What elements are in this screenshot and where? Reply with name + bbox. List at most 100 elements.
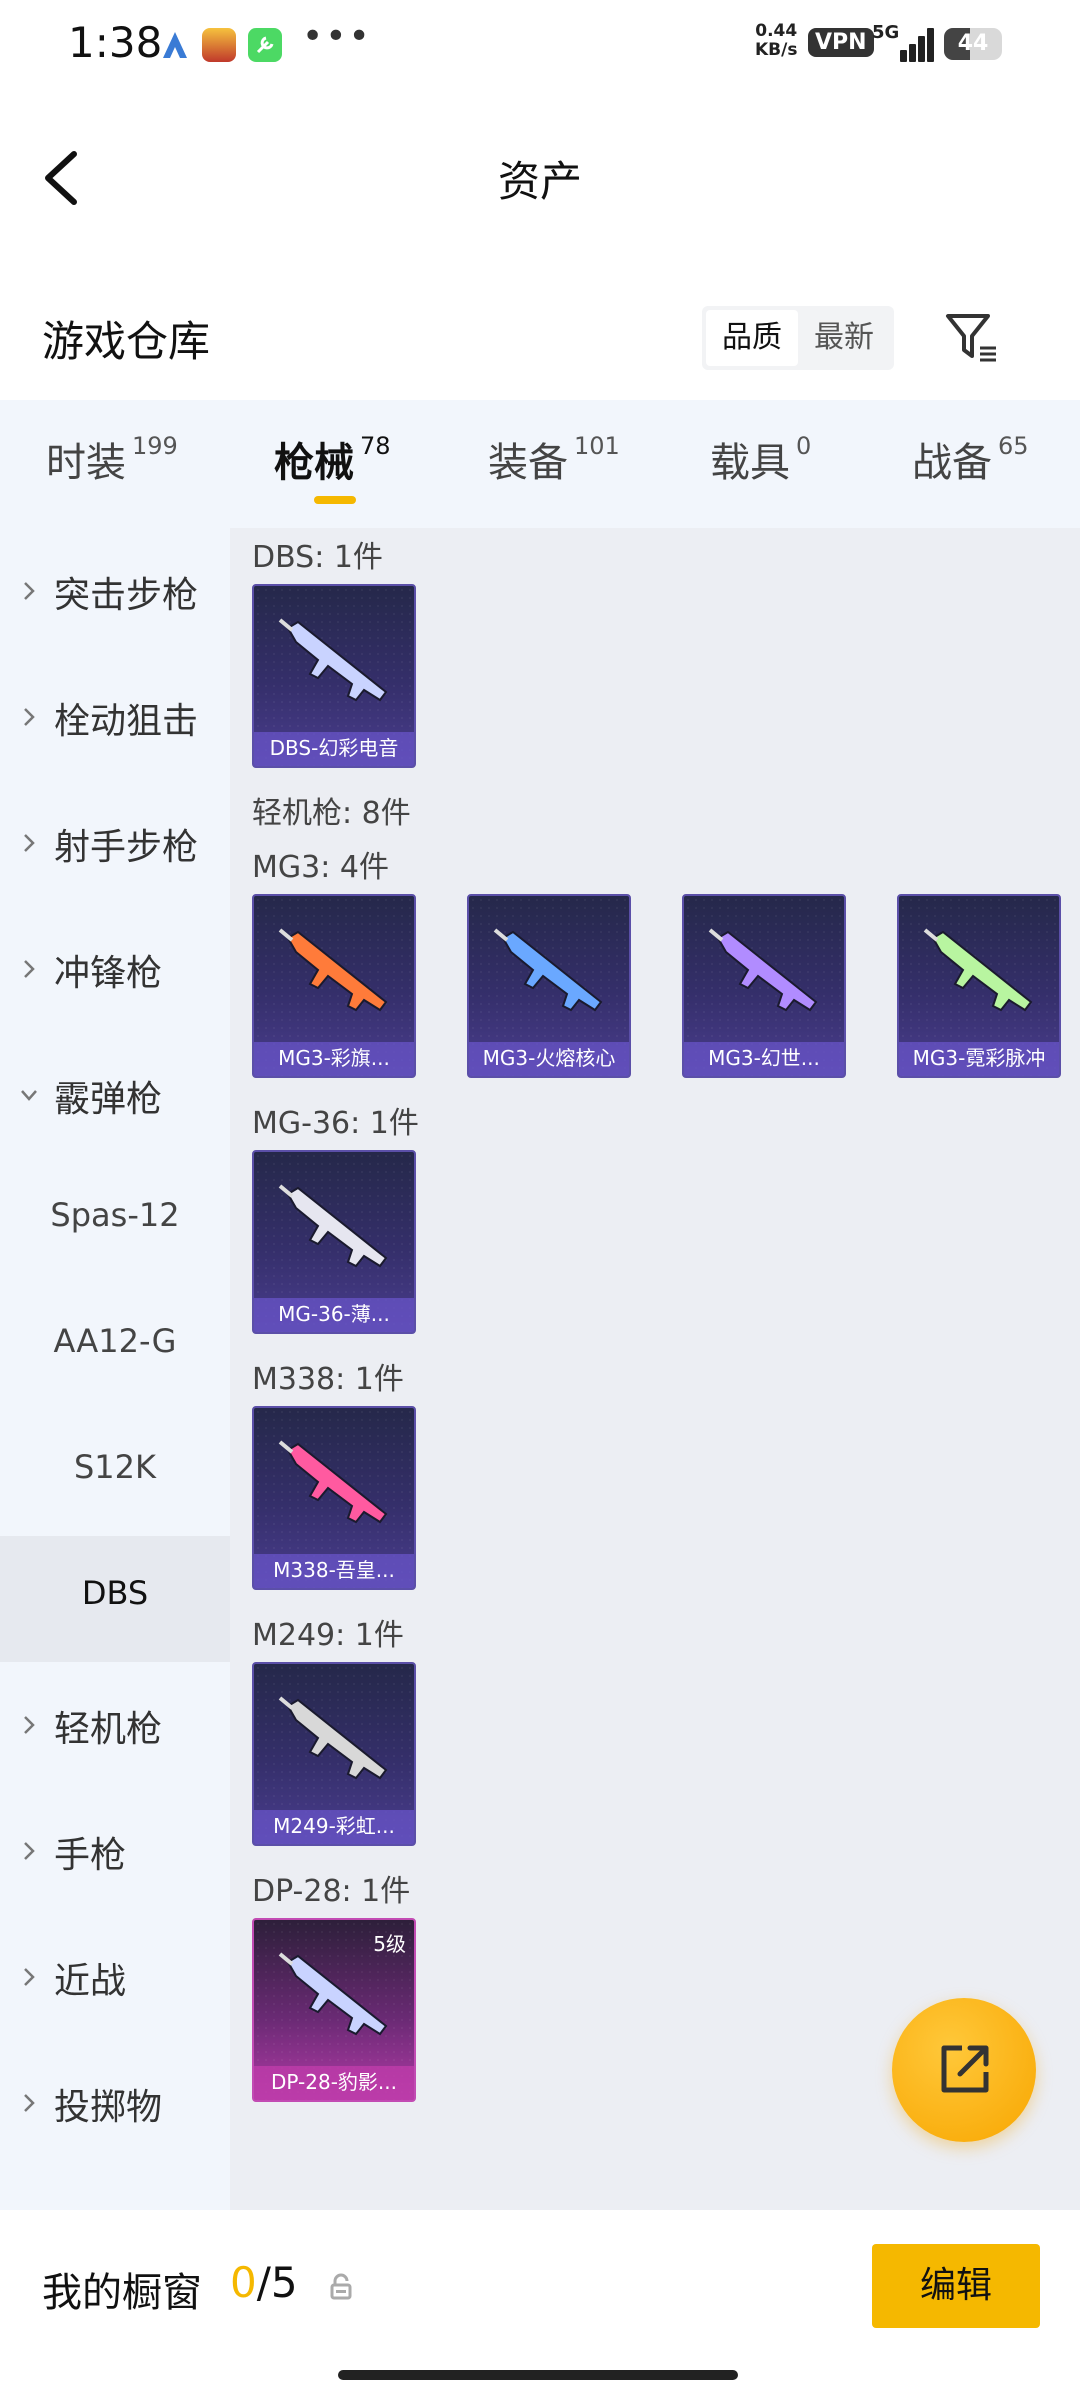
sidebar-subitem[interactable]: Spas-12: [0, 1158, 230, 1284]
weapon-card[interactable]: 5级 DP-28-豹影...: [252, 1918, 416, 2102]
weapon-name: DBS-幻彩电音: [269, 736, 399, 760]
sidebar-category[interactable]: 突击步枪: [0, 528, 230, 654]
sidebar-category[interactable]: 轻机枪: [0, 1662, 230, 1788]
weapon-image: [708, 928, 818, 1012]
more-notifications-icon: •••: [302, 16, 372, 57]
battery-icon: 44: [944, 28, 1002, 60]
network-speed-unit: KB/s: [755, 40, 798, 60]
sort-by-quality[interactable]: 品质: [706, 310, 798, 366]
weapon-card[interactable]: MG3-火熔核心: [467, 894, 631, 1078]
sort-toggle: 品质 最新: [702, 306, 894, 370]
weapon-card[interactable]: MG3-彩旗...: [252, 894, 416, 1078]
weapon-list: DBS: 1件 DBS-幻彩电音 轻机枪: 8件 MG3: 4件 MG3-彩旗... MG…: [230, 528, 1080, 2210]
sidebar-category[interactable]: 投掷物: [0, 2040, 230, 2166]
sidebar-item-label: 冲锋枪: [54, 953, 163, 994]
tab-label: 战备: [912, 440, 992, 486]
sort-by-newest[interactable]: 最新: [798, 310, 890, 366]
chevron-right-icon: [24, 834, 35, 852]
sidebar-category[interactable]: 冲锋枪: [0, 906, 230, 1032]
warehouse-title: 游戏仓库: [42, 317, 211, 366]
vpn-badge: VPN: [808, 28, 874, 57]
tab-outfits[interactable]: 时装 199: [46, 430, 178, 488]
section-title: MG3: 4件: [252, 850, 389, 885]
weapon-name: MG3-幻世...: [708, 1046, 820, 1070]
showcase-current: 0: [230, 2258, 257, 2307]
signal-icon: [894, 26, 934, 62]
sidebar-item-label: S12K: [73, 1448, 156, 1486]
section-title: M249: 1件: [252, 1618, 404, 1653]
weapon-name: MG-36-薄...: [278, 1302, 390, 1326]
tab-label: 时装: [46, 440, 126, 486]
weapon-card[interactable]: MG3-霓彩脉冲: [897, 894, 1061, 1078]
weapon-card[interactable]: M249-彩虹...: [252, 1662, 416, 1846]
weapon-card[interactable]: MG-36-薄...: [252, 1150, 416, 1334]
chevron-right-icon: [24, 1968, 35, 1986]
weapon-card[interactable]: MG3-幻世...: [682, 894, 846, 1078]
tab-count: 78: [360, 432, 391, 460]
weapon-category-sidebar: 突击步枪栓动狙击射手步枪冲锋枪霰弹枪 Spas-12 AA12-G S12K DBS 轻机…: [0, 528, 230, 2210]
chevron-right-icon: [24, 2094, 35, 2112]
tab-count: 199: [132, 432, 178, 460]
chevron-right-icon: [24, 1716, 35, 1734]
sidebar-item-label: 手枪: [54, 1835, 127, 1876]
tab-label: 枪械: [274, 440, 354, 486]
showcase-bar: 我的橱窗 0/5 编辑: [0, 2210, 1080, 2400]
share-button[interactable]: [892, 1998, 1036, 2142]
chevron-right-icon: [24, 708, 35, 726]
app-notification-icon: [158, 28, 192, 62]
weapon-image: [278, 618, 388, 702]
weapon-image: [278, 928, 388, 1012]
lock-icon: [330, 2273, 352, 2300]
weapon-name: MG3-霓彩脉冲: [912, 1046, 1046, 1070]
share-external-icon: [941, 2045, 989, 2093]
status-bar: 1:38 ••• 0.44 KB/s VPN 5G 44: [0, 0, 1080, 88]
section-title: MG-36: 1件: [252, 1106, 419, 1141]
weapon-card[interactable]: M338-吾皇...: [252, 1406, 416, 1590]
tab-label: 载具: [710, 440, 790, 486]
sidebar-category[interactable]: 栓动狙击: [0, 654, 230, 780]
sidebar-item-label: DBS: [81, 1574, 149, 1612]
weapon-name: MG3-彩旗...: [278, 1046, 390, 1070]
weapon-card[interactable]: DBS-幻彩电音: [252, 584, 416, 768]
weapon-image: [923, 928, 1033, 1012]
tab-firearms[interactable]: 枪械 78: [274, 430, 391, 488]
sidebar-category[interactable]: 手枪: [0, 1788, 230, 1914]
weapon-name: M249-彩虹...: [273, 1814, 395, 1838]
edit-showcase-button[interactable]: 编辑: [872, 2244, 1040, 2328]
sidebar-item-label: 突击步枪: [54, 575, 199, 616]
tool-notification-icon: [248, 28, 282, 62]
sidebar-subitem[interactable]: AA12-G: [0, 1284, 230, 1410]
sidebar-item-label: 射手步枪: [54, 827, 199, 868]
chevron-right-icon: [24, 582, 35, 600]
sidebar-category[interactable]: 射手步枪: [0, 780, 230, 906]
tab-supplies[interactable]: 战备 65: [912, 430, 1029, 488]
active-tab-indicator: [314, 496, 356, 504]
sidebar-category[interactable]: 近战: [0, 1914, 230, 2040]
tab-label: 装备: [488, 440, 568, 486]
sidebar-category[interactable]: 霰弹枪: [0, 1032, 230, 1158]
tab-count: 101: [574, 432, 620, 460]
showcase-total: /5: [256, 2258, 298, 2307]
weapon-name: MG3-火熔核心: [482, 1046, 616, 1070]
sidebar-subitem[interactable]: S12K: [0, 1410, 230, 1536]
weapon-image: [278, 1440, 388, 1524]
weapon-level: 5级: [373, 1932, 406, 1956]
tab-count: 0: [796, 432, 812, 460]
tab-vehicles[interactable]: 载具 0: [710, 430, 811, 488]
assets-page: 1:38 ••• 0.44 KB/s VPN 5G 44 资产 游戏仓库 品质 …: [0, 0, 1080, 2400]
section-title: M338: 1件: [252, 1362, 404, 1397]
sidebar-item-label: Spas-12: [50, 1196, 180, 1234]
tab-equipment[interactable]: 装备 101: [488, 430, 620, 488]
chevron-down-icon: [21, 1090, 37, 1101]
category-tabs: 时装 199 枪械 78 装备 101 载具 0 战备 65: [0, 400, 1080, 528]
section-title: 轻机枪: 8件: [252, 796, 411, 831]
home-indicator[interactable]: [338, 2370, 738, 2380]
weapon-image: [278, 1696, 388, 1780]
network-speed: 0.44 KB/s: [755, 22, 797, 60]
section-title: DP-28: 1件: [252, 1874, 411, 1909]
filter-button[interactable]: [942, 308, 1002, 368]
status-time: 1:38: [68, 18, 163, 67]
weapon-name: M338-吾皇...: [273, 1558, 395, 1582]
sidebar-subitem[interactable]: DBS: [0, 1536, 230, 1662]
sidebar-item-label: 投掷物: [54, 2087, 163, 2128]
